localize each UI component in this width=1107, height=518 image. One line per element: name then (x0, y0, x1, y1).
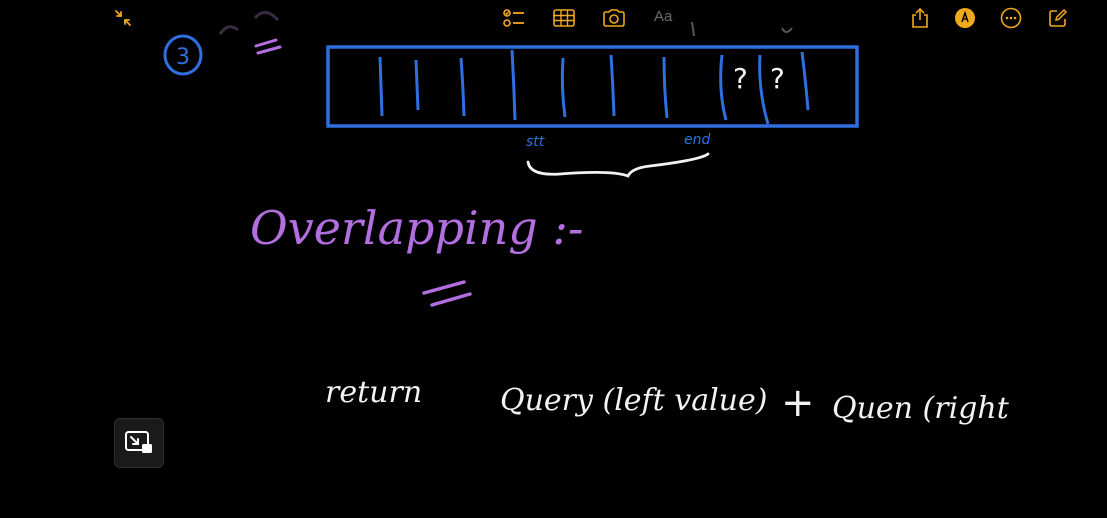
heading-underline (422, 280, 472, 307)
note-canvas[interactable]: 3 ? ? stt end Overlapping :- return Quer… (0, 0, 1107, 518)
faded-previous-strokes (218, 11, 793, 37)
code-call-right: Quen (right (832, 391, 1010, 426)
code-call-left: Query (left value) (500, 383, 767, 418)
end-label: end (684, 132, 710, 148)
step-number: 3 (176, 45, 190, 70)
picture-in-picture-icon (124, 430, 154, 456)
code-plus: + (781, 380, 815, 426)
array-question-mark: ? (733, 62, 748, 95)
underline-marks (254, 38, 282, 55)
start-label: stt (526, 134, 545, 150)
range-brace (526, 152, 710, 178)
step-number-circle: 3 (163, 34, 203, 76)
picture-in-picture-button[interactable] (114, 418, 164, 468)
overlapping-heading: Overlapping :- (250, 201, 583, 255)
array-question-mark: ? (770, 62, 785, 95)
code-return: return (325, 375, 422, 410)
